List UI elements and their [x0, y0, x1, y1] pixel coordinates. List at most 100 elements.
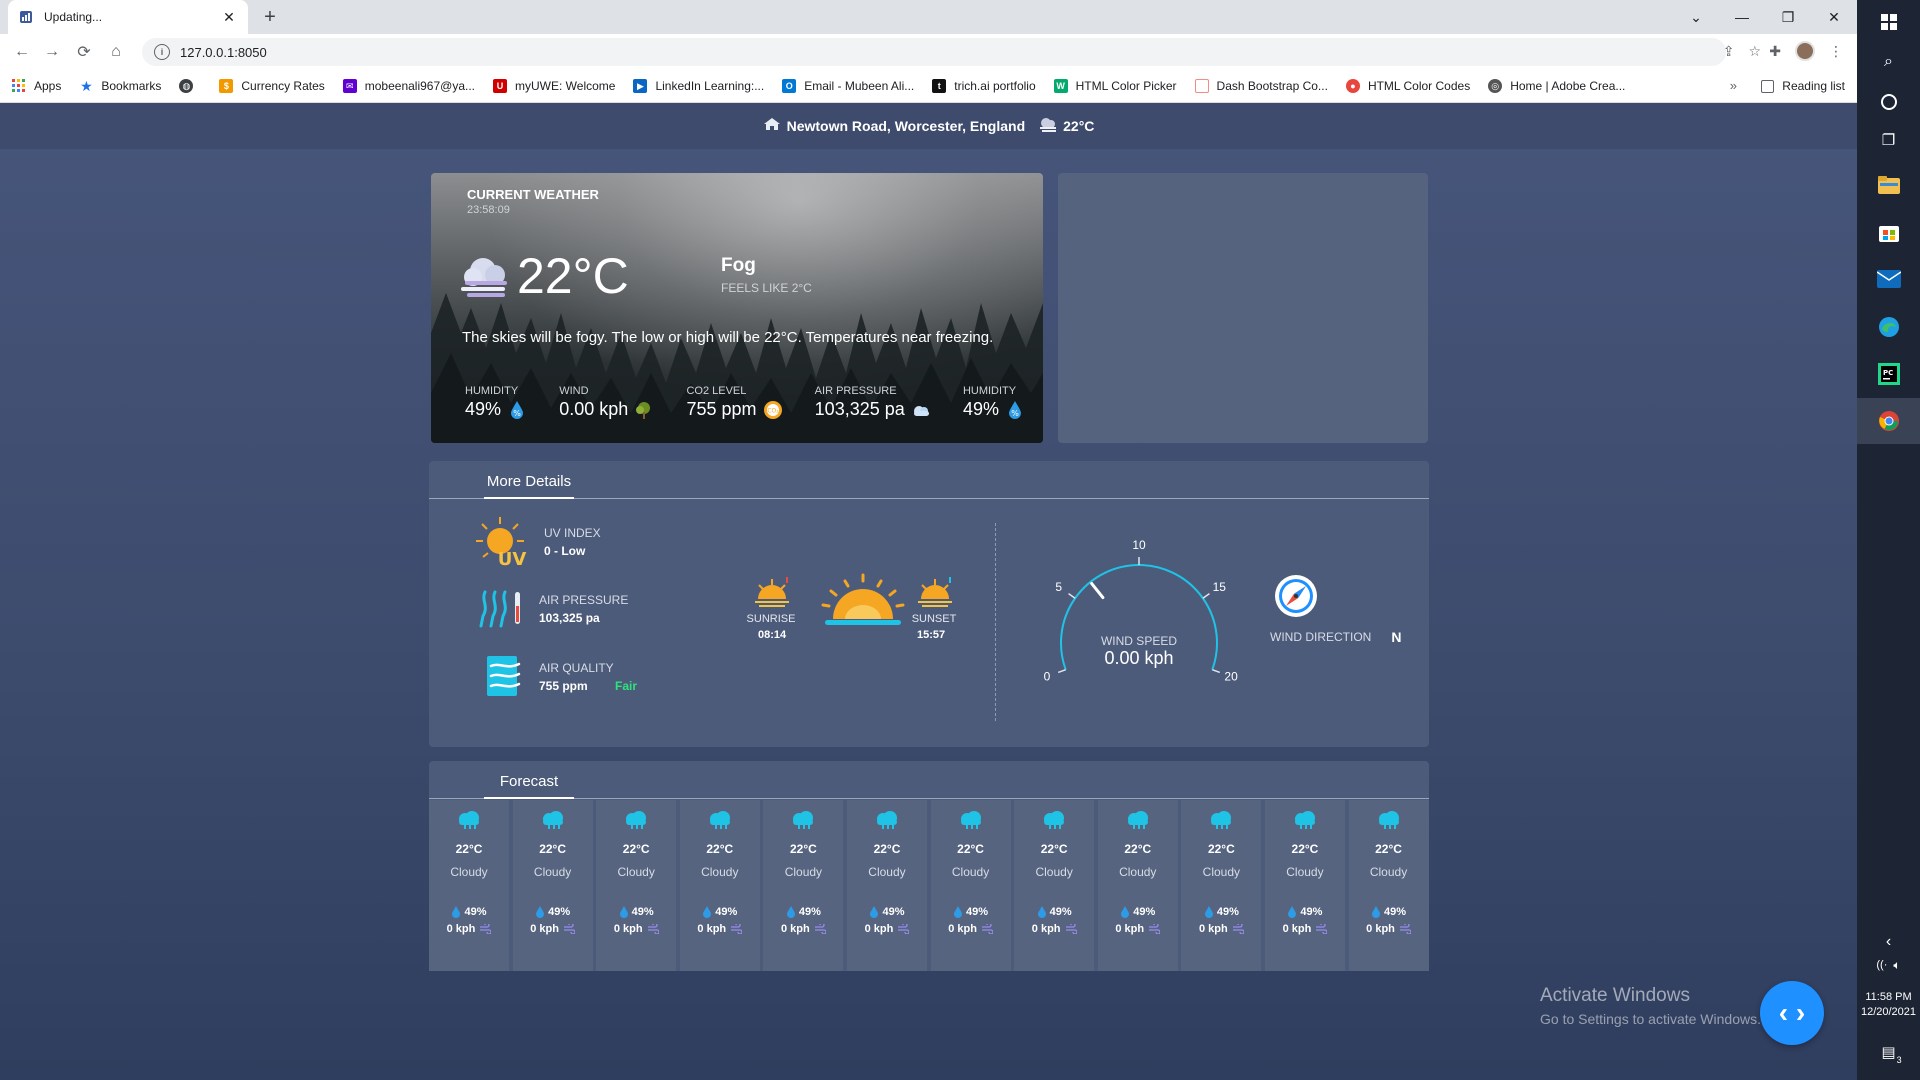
sunset-label: SUNSET	[911, 613, 957, 625]
w3-icon: W	[1053, 79, 1068, 93]
uv-value: 0 - Low	[544, 544, 586, 558]
wind-icon	[563, 924, 575, 934]
forward-button[interactable]: →	[40, 41, 64, 63]
bookmark-yahoo-mail[interactable]: ✉ mobeenali967@ya...	[342, 79, 475, 93]
bookmark-outlook[interactable]: O Email - Mubeen Ali...	[782, 79, 914, 93]
drop-icon	[1204, 906, 1213, 918]
taskbar-store[interactable]	[1857, 210, 1920, 254]
cloud-rain-icon	[1044, 811, 1065, 829]
tab-forecast[interactable]: Forecast	[484, 773, 574, 799]
minimize-button[interactable]: —	[1719, 0, 1765, 34]
back-button[interactable]: ←	[10, 41, 34, 63]
color-codes-icon: ●	[1345, 79, 1360, 93]
mail-icon: ✉	[342, 79, 357, 93]
drop-icon	[1372, 906, 1381, 918]
wind-tree-icon	[636, 401, 651, 419]
current-weather-card: CURRENT WEATHER 23:58:09 22°C Fog FEELS …	[431, 173, 1043, 443]
forecast-temp: 22°C	[1124, 842, 1152, 856]
more-details-tabs: More Details	[429, 461, 1429, 499]
notifications-button[interactable]: ▤ 3	[1857, 1030, 1920, 1074]
forecast-humidity: 49%	[1120, 906, 1155, 918]
wind-icon	[731, 924, 743, 934]
home-button[interactable]: ⌂	[104, 41, 128, 63]
svg-text:%: %	[513, 409, 521, 418]
fog-small-icon	[1037, 116, 1059, 137]
wind-direction: WIND DIRECTION N	[1270, 629, 1401, 645]
site-info-icon[interactable]: i	[154, 44, 170, 60]
close-window-button[interactable]: ✕	[1811, 0, 1857, 34]
linkedin-learning-icon: ▶	[633, 79, 648, 93]
taskbar-file-explorer[interactable]	[1857, 163, 1920, 207]
adobe-icon: ◎	[1488, 79, 1503, 93]
tab-search-icon[interactable]: ⌄	[1673, 0, 1719, 34]
reload-button[interactable]: ⟳	[72, 41, 96, 63]
taskbar-edge[interactable]	[1857, 305, 1920, 349]
cloud-rain-icon	[626, 811, 647, 829]
new-tab-button[interactable]: +	[258, 6, 282, 29]
menu-kebab-icon[interactable]: ⋮	[1829, 43, 1843, 60]
dash-icon	[1194, 79, 1209, 93]
close-tab-icon[interactable]: ✕	[220, 9, 238, 26]
bookmark-myuwe[interactable]: U myUWE: Welcome	[493, 79, 615, 93]
air-quality-status: Fair	[615, 679, 638, 693]
bookmark-trich[interactable]: t trich.ai portfolio	[932, 79, 1036, 93]
address-bar[interactable]: i 127.0.0.1:8050	[142, 38, 1726, 66]
location-name: Newtown Road, Worcester, England	[786, 118, 1026, 134]
gauge-tick-label: 15	[1213, 580, 1227, 594]
bookmarks-overflow-icon[interactable]: »	[1730, 78, 1737, 93]
globe-icon: ◍	[179, 79, 194, 93]
bookmark-apps[interactable]: Apps	[12, 79, 61, 93]
bookmark-currency-rates[interactable]: $ Currency Rates	[219, 79, 325, 93]
reading-list-button[interactable]: Reading list	[1761, 79, 1845, 93]
windows-taskbar: ⌕ ❐ PC ‹ ((· 🔈︎ 11:58 PM 12/20/2021 ▤ 3	[1857, 0, 1920, 1080]
forecast-humidity: 49%	[702, 906, 737, 918]
forecast-humidity: 49%	[619, 906, 654, 918]
co2-icon: CO₂	[763, 400, 782, 419]
bookmark-html-color-picker[interactable]: W HTML Color Picker	[1053, 79, 1177, 93]
humidity-drop-icon: %	[1008, 400, 1021, 419]
current-temp: 22°C	[517, 248, 629, 304]
bookmark-linkedin-learning[interactable]: ▶ LinkedIn Learning:...	[633, 79, 764, 93]
forecast-wind: 0 kph	[948, 923, 993, 935]
bookmark-star-icon[interactable]: ☆	[1748, 43, 1761, 60]
forecast-condition: Cloudy	[1202, 865, 1241, 879]
map-placeholder-card	[1058, 173, 1428, 443]
drop-icon	[452, 906, 461, 918]
share-icon[interactable]: ⇪	[1723, 43, 1735, 60]
taskbar-chrome[interactable]	[1857, 398, 1920, 444]
wind-icon	[898, 924, 910, 934]
bookmark-bookmarks[interactable]: ★ Bookmarks	[79, 78, 161, 94]
gauge-tick-label: 20	[1224, 670, 1238, 684]
weather-description: The skies will be fogy. The low or high …	[462, 329, 994, 346]
bookmark-globe[interactable]: ◍	[179, 79, 201, 93]
profile-avatar[interactable]	[1795, 41, 1815, 61]
taskbar-clock[interactable]: 11:58 PM 12/20/2021	[1857, 990, 1920, 1020]
cloud-rain-icon	[1378, 811, 1399, 829]
screen: Updating... ✕ + ⌄ — ❐ ✕ ← → ⟳ ⌂ i 127.0.…	[0, 0, 1920, 1080]
bookmark-adobe[interactable]: ◎ Home | Adobe Crea...	[1488, 79, 1625, 93]
search-button[interactable]: ⌕	[1857, 40, 1920, 84]
activate-title: Activate Windows	[1540, 985, 1690, 1006]
taskbar-mail[interactable]	[1857, 257, 1920, 301]
bookmark-dash-bootstrap[interactable]: Dash Bootstrap Co...	[1194, 79, 1328, 93]
tab-more-details[interactable]: More Details	[484, 473, 574, 499]
task-view-button[interactable]: ❐	[1857, 118, 1920, 162]
forecast-temp: 22°C	[789, 842, 817, 856]
restore-button[interactable]: ❐	[1765, 0, 1811, 34]
bookmark-html-color-codes[interactable]: ● HTML Color Codes	[1345, 79, 1470, 93]
volume-icon[interactable]: 🔈︎	[1893, 958, 1900, 973]
extensions-puzzle-icon[interactable]: ✚	[1769, 43, 1781, 60]
browser-chrome: Updating... ✕ + ⌄ — ❐ ✕ ← → ⟳ ⌂ i 127.0.…	[0, 0, 1857, 103]
activate-windows-watermark: Activate Windows Go to Settings to activ…	[1540, 985, 1761, 1027]
current-time: 23:58:09	[467, 204, 510, 216]
browser-tab-active[interactable]: Updating... ✕	[8, 0, 248, 34]
wind-icon	[480, 924, 492, 934]
forecast-condition: Cloudy	[701, 865, 739, 879]
gauge-tick	[1202, 593, 1210, 599]
forecast-day: 22°C Cloudy 49% 0 kph	[1264, 800, 1345, 971]
network-icon[interactable]: ((·	[1876, 959, 1887, 971]
forecast-temp: 22°C	[455, 842, 483, 856]
start-button[interactable]	[1857, 0, 1920, 44]
code-toggle-button[interactable]: ‹ ›	[1760, 981, 1824, 1045]
taskbar-pycharm[interactable]: PC	[1857, 352, 1920, 396]
